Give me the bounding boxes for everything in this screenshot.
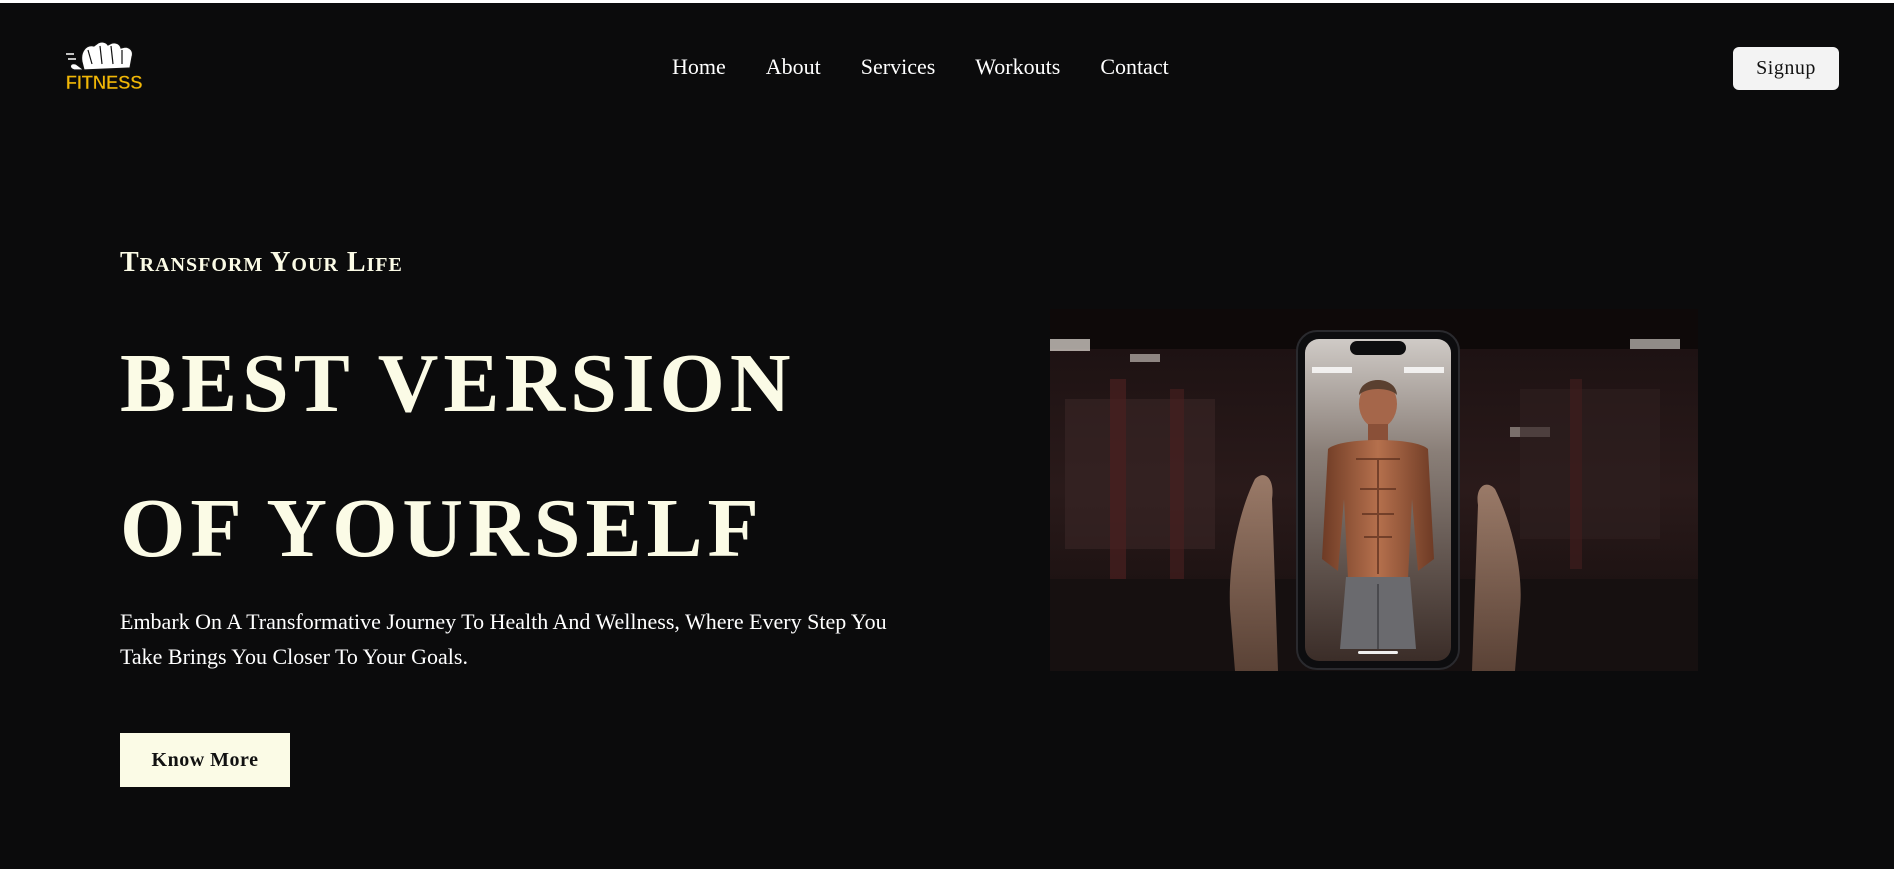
nav-contact[interactable]: Contact — [1100, 53, 1168, 81]
nav-home[interactable]: Home — [672, 53, 726, 81]
know-more-button[interactable]: Know More — [120, 733, 290, 787]
hero-eyebrow: Transform Your Life — [120, 247, 403, 278]
hero-description: Embark On A Transformative Journey To He… — [120, 609, 887, 669]
hero-image — [1050, 309, 1698, 671]
fist-logo-icon: FITNESS — [65, 41, 143, 94]
landing-page: FITNESS Home About Services Workouts Con… — [0, 0, 1894, 869]
nav-about[interactable]: About — [766, 53, 821, 81]
phone-fitness-photo-icon — [1050, 309, 1698, 671]
hero-headline-line1: BEST VERSION — [120, 337, 796, 430]
nav-services[interactable]: Services — [861, 53, 936, 81]
fitness-logo[interactable]: FITNESS — [64, 40, 144, 95]
main-nav: Home About Services Workouts Contact — [672, 53, 1209, 81]
hero-headline-line2: OF YOURSELF — [120, 482, 764, 575]
nav-workouts[interactable]: Workouts — [975, 53, 1060, 81]
signup-button[interactable]: Signup — [1733, 47, 1839, 90]
logo-text: FITNESS — [66, 73, 143, 94]
